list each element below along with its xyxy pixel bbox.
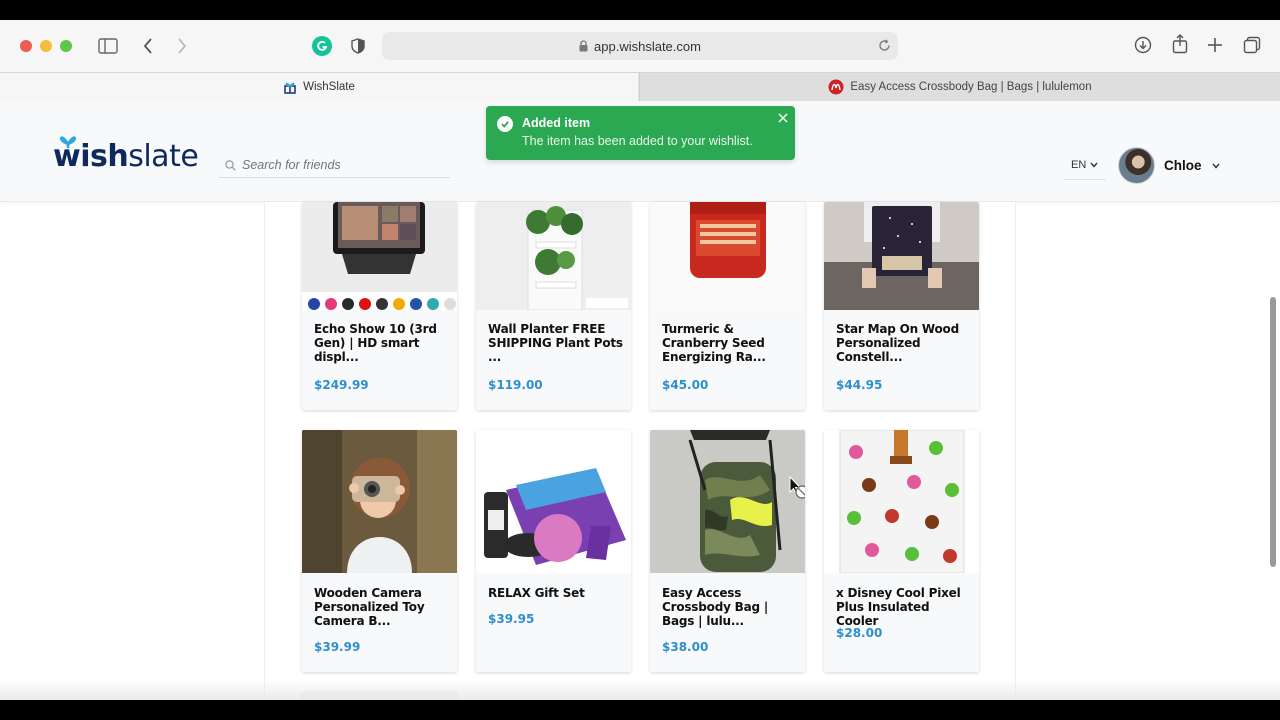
zoom-window-button[interactable] bbox=[60, 40, 72, 52]
share-icon[interactable] bbox=[1170, 34, 1190, 54]
close-window-button[interactable] bbox=[20, 40, 32, 52]
avatar bbox=[1118, 147, 1155, 184]
wishslate-favicon-icon bbox=[283, 80, 297, 94]
item-title: x Disney Cool Pixel Plus Insulated Coole… bbox=[836, 586, 961, 628]
tab-bar: WishSlate Easy Access Crossbody Bag | Ba… bbox=[0, 72, 1280, 101]
check-circle-icon bbox=[497, 116, 513, 132]
minimize-window-button[interactable] bbox=[40, 40, 52, 52]
close-icon[interactable] bbox=[778, 110, 788, 127]
item-title: Star Map On Wood Personalized Constell..… bbox=[836, 322, 959, 364]
item-price: $39.99 bbox=[314, 640, 361, 654]
wishlist-item-card[interactable]: Wooden Camera Personalized Toy Camera B.… bbox=[302, 430, 457, 672]
sidebar-toggle-icon[interactable] bbox=[97, 36, 119, 56]
chevron-down-icon bbox=[1090, 162, 1098, 168]
item-price: $44.95 bbox=[836, 378, 883, 392]
wishlist-item-card[interactable]: x Disney Cool Pixel Plus Insulated Coole… bbox=[824, 430, 979, 672]
product-image bbox=[476, 202, 631, 310]
product-image bbox=[650, 430, 805, 573]
tab-wishslate[interactable]: WishSlate bbox=[0, 73, 638, 101]
success-toast: Added item The item has been added to yo… bbox=[486, 106, 795, 160]
item-title: Wooden Camera Personalized Toy Camera B.… bbox=[314, 586, 425, 628]
product-image bbox=[824, 202, 979, 310]
language-underline bbox=[1064, 179, 1106, 180]
address-bar[interactable]: app.wishslate.com bbox=[382, 32, 898, 60]
product-image bbox=[302, 202, 457, 310]
item-price: $249.99 bbox=[314, 378, 369, 392]
wishlist-item-card[interactable]: RELAX Gift Set $39.95 bbox=[476, 430, 631, 672]
toast-message: The item has been added to your wishlist… bbox=[522, 134, 753, 148]
friend-search bbox=[219, 153, 450, 178]
lululemon-favicon-icon bbox=[828, 79, 844, 95]
tab-label: Easy Access Crossbody Bag | Bags | lulul… bbox=[850, 81, 1092, 93]
item-title: Wall Planter FREE SHIPPING Plant Pots ..… bbox=[488, 322, 623, 364]
reload-icon[interactable] bbox=[878, 39, 891, 52]
item-price: $38.00 bbox=[662, 640, 709, 654]
lock-icon bbox=[579, 40, 588, 52]
wishlist-item-card[interactable]: Star Map On Wood Personalized Constell..… bbox=[824, 202, 979, 410]
tab-lululemon[interactable]: Easy Access Crossbody Bag | Bags | lulul… bbox=[639, 73, 1280, 101]
language-selector[interactable]: EN bbox=[1071, 159, 1098, 171]
wishlist-item-card[interactable]: Wall Planter FREE SHIPPING Plant Pots ..… bbox=[476, 202, 631, 410]
grammarly-extension-icon[interactable] bbox=[312, 36, 332, 56]
user-name: Chloe bbox=[1164, 158, 1202, 173]
page-scrollbar[interactable] bbox=[1270, 297, 1276, 567]
item-price: $28.00 bbox=[836, 626, 883, 640]
chevron-down-icon bbox=[1211, 163, 1220, 169]
browser-toolbar: app.wishslate.com bbox=[0, 20, 1280, 72]
toast-title: Added item bbox=[522, 116, 591, 130]
bottom-shadow bbox=[0, 680, 1280, 700]
privacy-shield-icon[interactable] bbox=[349, 36, 367, 56]
product-image bbox=[302, 430, 457, 573]
product-image bbox=[476, 430, 631, 573]
forward-arrow-icon[interactable] bbox=[173, 36, 191, 56]
wishlist-item-card[interactable]: Echo Show 10 (3rd Gen) | HD smart displ.… bbox=[302, 202, 457, 410]
browser-window: app.wishslate.com WishSlate Easy Access … bbox=[0, 20, 1280, 700]
tab-overview-icon[interactable] bbox=[1242, 35, 1262, 55]
search-input[interactable] bbox=[242, 158, 442, 172]
wishlist-item-card[interactable]: Turmeric & Cranberry Seed Energizing Ra.… bbox=[650, 202, 805, 410]
not-allowed-cursor-icon bbox=[788, 476, 805, 500]
tab-label: WishSlate bbox=[303, 81, 355, 93]
downloads-icon[interactable] bbox=[1133, 35, 1153, 55]
item-title: Turmeric & Cranberry Seed Energizing Ra.… bbox=[662, 322, 766, 364]
search-icon bbox=[225, 159, 236, 171]
product-image bbox=[650, 202, 805, 310]
user-menu[interactable]: Chloe bbox=[1118, 147, 1220, 184]
language-label: EN bbox=[1071, 159, 1087, 171]
url-text: app.wishslate.com bbox=[594, 38, 701, 54]
new-tab-plus-icon[interactable] bbox=[1205, 35, 1225, 55]
wishslate-logo[interactable]: wishslate bbox=[53, 132, 199, 174]
item-title: Easy Access Crossbody Bag | Bags | lulu.… bbox=[662, 586, 769, 628]
item-price: $39.95 bbox=[488, 612, 535, 626]
item-title: Echo Show 10 (3rd Gen) | HD smart displ.… bbox=[314, 322, 437, 364]
item-price: $119.00 bbox=[488, 378, 543, 392]
item-title: RELAX Gift Set bbox=[488, 586, 585, 600]
back-arrow-icon[interactable] bbox=[139, 36, 157, 56]
item-price: $45.00 bbox=[662, 378, 709, 392]
wishlist-item-card[interactable]: Easy Access Crossbody Bag | Bags | lulu.… bbox=[650, 430, 805, 672]
gift-bow-icon bbox=[57, 132, 79, 148]
product-image bbox=[824, 430, 979, 573]
